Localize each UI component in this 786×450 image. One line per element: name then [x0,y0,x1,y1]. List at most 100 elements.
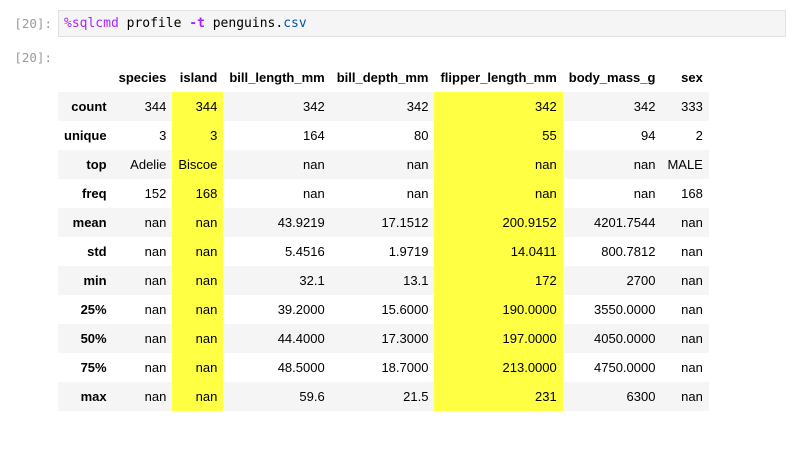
table-cell: 48.5000 [277,360,325,375]
table-cell: nan [172,353,224,382]
row-label: 75% [80,360,107,375]
table-cell: nan [681,360,703,375]
table-cell: nan [434,150,563,179]
table-cell: 4201.7544 [594,215,656,230]
table-cell: nan [681,302,703,317]
code-text-profile: profile [118,16,190,31]
table-cell: nan [681,273,703,288]
table-cell: 32.1 [299,273,325,288]
table-cell: nan [681,215,703,230]
table-cell: nan [144,331,167,346]
table-cell: 2700 [626,273,656,288]
column-header: sex [681,69,703,85]
table-cell: nan [681,389,703,404]
table-cell: Adelie [130,157,167,172]
table-cell: 168 [172,179,224,208]
code-magic-command: %sqlcmd [64,16,119,31]
table-cell: 190.0000 [434,295,563,324]
table-cell: nan [303,186,325,201]
row-label: max [80,389,107,404]
table-cell: 342 [406,99,429,114]
table-cell: 1.9719 [388,244,429,259]
code-text-filename: penguins. [204,16,284,31]
column-header: island [179,69,218,85]
table-cell: 164 [303,128,325,143]
table-cell: MALE [667,157,703,172]
table-cell: 6300 [626,389,656,404]
table-cell: 13.1 [403,273,429,288]
table-cell: 18.7000 [381,360,429,375]
table-cell: 80 [413,128,429,143]
table-row: mean nan nan 43.9219 17.1512 200.9152 4201.754… [58,208,709,237]
table-cell: 15.6000 [381,302,429,317]
row-label: freq [82,186,107,201]
table-cell: 800.7812 [601,244,656,259]
table-cell: nan [406,157,429,172]
table-cell: 333 [681,99,703,114]
table-cell: nan [144,244,167,259]
row-label: min [83,273,107,288]
table-cell: 3550.0000 [594,302,656,317]
table-cell: 21.5 [403,389,429,404]
row-label: count [71,99,107,114]
table-cell: nan [172,382,224,411]
profile-table: species island bill_length_mm bill_depth… [58,62,709,411]
table-cell: nan [633,157,656,172]
table-row: count 344 344 342 342 342 342 333 [58,92,709,121]
table-cell: nan [681,244,703,259]
table-row: std nan nan 5.4516 1.9719 14.0411 800.7812 nan [58,237,709,266]
code-editor[interactable]: %sqlcmd profile -t penguins.csv [58,10,786,37]
table-cell: 197.0000 [434,324,563,353]
table-cell: 4750.0000 [594,360,656,375]
row-label: 25% [80,302,107,317]
table-header-row: species island bill_length_mm bill_depth… [58,62,709,92]
table-cell: nan [144,273,167,288]
table-cell: Biscoe [172,150,224,179]
table-row: min nan nan 32.1 13.1 172 2700 nan [58,266,709,295]
table-cell: 2 [695,128,703,143]
table-row: freq 152 168 nan nan nan nan 168 [58,179,709,208]
table-cell: 44.4000 [277,331,325,346]
table-cell: nan [172,266,224,295]
column-header: bill_depth_mm [336,69,429,85]
table-row: 25% nan nan 39.2000 15.6000 190.0000 3550.0000… [58,295,709,324]
row-label: std [87,244,107,259]
column-header: species [118,69,167,85]
table-cell: 94 [640,128,656,143]
table-cell: 344 [172,92,224,121]
header-index-blank [58,62,113,92]
row-label: top [86,157,107,172]
table-cell: 55 [434,121,563,150]
row-label: unique [64,128,107,143]
table-row: 75% nan nan 48.5000 18.7000 213.0000 4750.0000… [58,353,709,382]
code-flag: -t [189,16,205,31]
code-file-extension: csv [283,16,307,31]
table-cell: nan [681,331,703,346]
row-label: 50% [80,331,107,346]
table-cell: 39.2000 [277,302,325,317]
column-header: flipper_length_mm [440,69,557,85]
table-cell: nan [303,157,325,172]
table-cell: 231 [434,382,563,411]
table-cell: 213.0000 [434,353,563,382]
table-cell: 59.6 [299,389,325,404]
column-header: body_mass_g [568,69,656,85]
table-cell: 17.1512 [381,215,429,230]
table-cell: 5.4516 [284,244,325,259]
table-cell: nan [144,302,167,317]
table-cell: nan [172,324,224,353]
row-label: mean [72,215,107,230]
table-cell: nan [172,237,224,266]
output-prompt: [20]: [14,50,52,65]
table-row: max nan nan 59.6 21.5 231 6300 nan [58,382,709,411]
table-cell: 14.0411 [434,237,563,266]
table-cell: nan [144,389,167,404]
table-cell: 17.3000 [381,331,429,346]
table-row: unique 3 3 164 80 55 94 2 [58,121,709,150]
table-cell: 168 [681,186,703,201]
table-cell: nan [144,215,167,230]
table-row: top Adelie Biscoe nan nan nan nan MALE [58,150,709,179]
table-cell: 152 [144,186,167,201]
input-prompt: [20]: [14,16,52,31]
table-cell: 3 [159,128,167,143]
